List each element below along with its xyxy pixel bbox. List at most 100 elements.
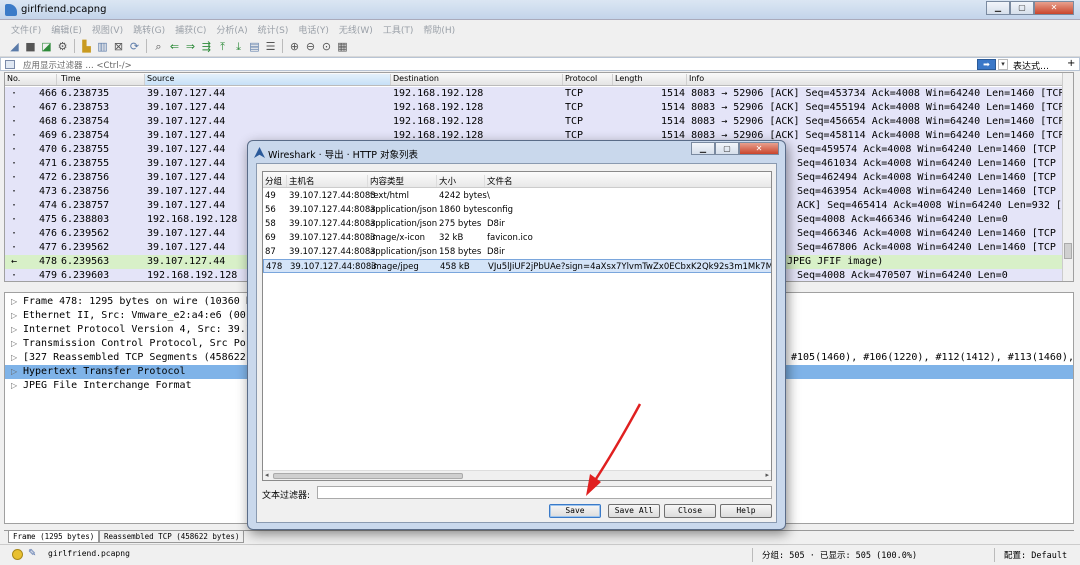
- menu-view[interactable]: 视图(V): [87, 20, 128, 36]
- packet-time: 6.239603: [61, 270, 110, 281]
- dialog-maximize-button[interactable]: ▢: [715, 142, 739, 155]
- menu-edit[interactable]: 编辑(E): [46, 20, 87, 36]
- packet-no: 467: [39, 102, 58, 113]
- resize-columns-icon[interactable]: ▦: [336, 40, 349, 53]
- object-content-type: image/x-icon: [370, 233, 426, 243]
- edit-comment-icon[interactable]: ✎: [28, 548, 36, 559]
- object-packet: 87: [265, 247, 276, 257]
- reload-file-icon[interactable]: ⟳: [128, 40, 141, 53]
- packet-row[interactable]: · 468 6.238754 39.107.127.44 192.168.192.128…: [5, 115, 1065, 129]
- filter-placeholder[interactable]: 应用显示过滤器 … <Ctrl-/>: [23, 59, 132, 71]
- menu-telephony[interactable]: 电话(Y): [293, 20, 334, 36]
- zoom-out-icon[interactable]: ⊖: [304, 40, 317, 53]
- http-objects-table[interactable]: 分组 主机名 内容类型 大小 文件名 49 39.107.127.44:8083 t…: [262, 171, 772, 481]
- stop-capture-icon[interactable]: ■: [24, 40, 37, 53]
- minimize-button[interactable]: ▁: [986, 1, 1010, 15]
- save-button[interactable]: Save: [549, 504, 601, 518]
- first-packet-icon[interactable]: ⤒: [216, 40, 229, 53]
- menu-file[interactable]: 文件(F): [6, 20, 46, 36]
- restart-capture-icon[interactable]: ◪: [40, 40, 53, 53]
- add-filter-button[interactable]: +: [1067, 58, 1075, 69]
- text-filter-input[interactable]: [317, 486, 772, 499]
- open-file-icon[interactable]: ▙: [80, 40, 93, 53]
- object-row[interactable]: 478 39.107.127.44:8083 image/jpeg 458 kB VJu…: [263, 259, 771, 273]
- expert-info-icon[interactable]: [12, 549, 23, 560]
- object-row[interactable]: 87 39.107.127.44:8083 application/json 158 …: [263, 245, 771, 259]
- packet-no: 468: [39, 116, 58, 127]
- tab-frame-bytes[interactable]: Frame (1295 bytes): [8, 531, 100, 543]
- menu-tools[interactable]: 工具(T): [378, 20, 419, 36]
- col-packet[interactable]: 分组: [263, 175, 287, 187]
- col-no[interactable]: No.: [5, 74, 57, 85]
- last-packet-icon[interactable]: ⤓: [232, 40, 245, 53]
- colorize-icon[interactable]: ☰: [264, 40, 277, 53]
- packet-marker: ·: [11, 88, 18, 99]
- tab-reassembled-tcp[interactable]: Reassembled TCP (458622 bytes): [99, 531, 245, 543]
- packet-info: Seq=466346 Ack=4008 Win=64240 Len=1460 […: [797, 228, 1065, 239]
- menu-go[interactable]: 跳转(G): [128, 20, 170, 36]
- display-filter-bar[interactable]: 应用显示过滤器 … <Ctrl-/> ➡ ▾ 表达式… +: [0, 57, 1080, 72]
- scroll-right-icon[interactable]: ▸: [765, 471, 769, 479]
- packet-info: 1514 8083 → 52906 [ACK] Seq=456654 Ack=4…: [661, 116, 1065, 127]
- zoom-normal-icon[interactable]: ⊙: [320, 40, 333, 53]
- objects-horizontal-scrollbar[interactable]: ◂ ▸: [263, 470, 771, 480]
- save-all-button[interactable]: Save All: [608, 504, 660, 518]
- packet-time: 6.238755: [61, 144, 110, 155]
- col-content-type[interactable]: 内容类型: [368, 175, 437, 187]
- menu-wireless[interactable]: 无线(W): [334, 20, 378, 36]
- col-length[interactable]: Length: [613, 74, 687, 85]
- start-capture-icon[interactable]: ◢: [8, 40, 21, 53]
- col-info[interactable]: Info: [687, 74, 1065, 85]
- objects-table-header: 分组 主机名 内容类型 大小 文件名: [263, 172, 771, 188]
- go-back-icon[interactable]: ⇐: [168, 40, 181, 53]
- close-file-icon[interactable]: ⊠: [112, 40, 125, 53]
- menu-capture[interactable]: 捕获(C): [170, 20, 211, 36]
- maximize-button[interactable]: ▢: [1010, 1, 1034, 15]
- col-destination[interactable]: Destination: [391, 74, 563, 85]
- packet-list-scrollbar[interactable]: [1062, 73, 1073, 281]
- menu-analyze[interactable]: 分析(A): [211, 20, 252, 36]
- packet-info: ACK] Seq=465414 Ack=4008 Win=64240 Len=9…: [797, 200, 1065, 211]
- status-packets: 分组: 505 · 已显示: 505 (100.0%): [762, 551, 918, 561]
- wireshark-fin-icon: [254, 147, 265, 158]
- object-row[interactable]: 58 39.107.127.44:8083 application/json 275 …: [263, 217, 771, 231]
- dialog-minimize-button[interactable]: ▁: [691, 142, 715, 155]
- object-row[interactable]: 69 39.107.127.44:8083 image/x-icon 32 kB fav…: [263, 231, 771, 245]
- col-filename[interactable]: 文件名: [485, 175, 771, 187]
- packet-protocol: TCP: [565, 116, 584, 127]
- go-to-packet-icon[interactable]: ⇶: [200, 40, 213, 53]
- help-button[interactable]: Help: [720, 504, 772, 518]
- object-row[interactable]: 49 39.107.127.44:8083 text/html 4242 bytes \: [263, 189, 771, 203]
- apply-filter-arrow-icon[interactable]: ➡: [977, 59, 996, 70]
- packet-source: 39.107.127.44: [147, 158, 226, 169]
- autoscroll-icon[interactable]: ▤: [248, 40, 261, 53]
- object-packet: 478: [266, 262, 283, 272]
- dialog-close-window-button[interactable]: ✕: [739, 142, 779, 155]
- zoom-in-icon[interactable]: ⊕: [288, 40, 301, 53]
- menu-help[interactable]: 帮助(H): [418, 20, 460, 36]
- packet-marker: ·: [11, 228, 18, 239]
- save-file-icon[interactable]: ▥: [96, 40, 109, 53]
- menu-statistics[interactable]: 统计(S): [253, 20, 294, 36]
- scroll-left-icon[interactable]: ◂: [265, 471, 269, 479]
- packet-no: 469: [39, 130, 58, 141]
- capture-options-icon[interactable]: ⚙: [56, 40, 69, 53]
- find-packet-icon[interactable]: ⌕: [152, 40, 165, 53]
- expression-button[interactable]: 表达式…: [1013, 59, 1049, 72]
- packet-row[interactable]: · 467 6.238753 39.107.127.44 192.168.192.128…: [5, 101, 1065, 115]
- packet-source: 39.107.127.44: [147, 200, 226, 211]
- close-window-button[interactable]: ✕: [1034, 1, 1074, 15]
- col-protocol[interactable]: Protocol: [563, 74, 613, 85]
- filter-history-dropdown[interactable]: ▾: [998, 59, 1008, 70]
- col-time[interactable]: Time: [59, 74, 145, 85]
- packet-marker: ·: [11, 214, 18, 225]
- go-forward-icon[interactable]: ⇒: [184, 40, 197, 53]
- bookmark-icon[interactable]: [5, 60, 15, 69]
- col-hostname[interactable]: 主机名: [287, 175, 368, 187]
- packet-row[interactable]: · 466 6.238735 39.107.127.44 192.168.192.128…: [5, 87, 1065, 101]
- close-button[interactable]: Close: [664, 504, 716, 518]
- col-source[interactable]: Source: [145, 74, 391, 85]
- status-profile[interactable]: 配置: Default: [1004, 549, 1067, 561]
- col-size[interactable]: 大小: [437, 175, 485, 187]
- object-row[interactable]: 56 39.107.127.44:8083 application/json 1860…: [263, 203, 771, 217]
